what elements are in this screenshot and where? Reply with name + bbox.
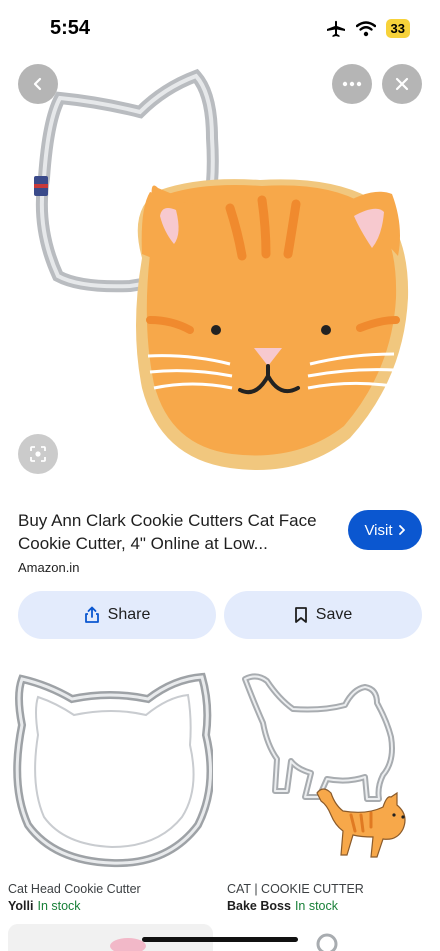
result-title[interactable]: Buy Ann Clark Cookie Cutters Cat Face Co…	[18, 509, 318, 555]
chevron-right-icon	[398, 525, 405, 535]
cookie-cutter-photo	[34, 68, 409, 470]
lens-search-button[interactable]	[18, 434, 58, 474]
wifi-icon	[355, 20, 376, 36]
status-time: 5:54	[50, 17, 91, 39]
status-icons: 33	[326, 19, 410, 38]
related-meta: Yolli In stock	[8, 899, 213, 913]
chevron-left-icon	[33, 77, 42, 91]
related-image	[227, 665, 432, 871]
close-button[interactable]	[382, 64, 422, 104]
related-title: Cat Head Cookie Cutter	[8, 882, 141, 896]
share-button[interactable]: Share	[18, 591, 216, 639]
related-meta: Bake Boss In stock	[227, 899, 432, 913]
share-label: Share	[107, 606, 151, 623]
hero-image[interactable]	[0, 58, 440, 490]
more-options-button[interactable]	[332, 64, 372, 104]
result-source: Amazon.in	[18, 560, 80, 575]
more-horizontal-icon	[342, 81, 362, 87]
close-icon	[395, 77, 409, 91]
related-image	[8, 665, 215, 871]
related-store: Yolli	[8, 899, 34, 913]
share-icon	[84, 606, 99, 623]
related-title: CAT | COOKIE CUTTER	[227, 882, 364, 896]
battery-indicator: 33	[385, 19, 410, 38]
related-card[interactable]: CAT | COOKIE CUTTER Bake Boss In stock	[227, 665, 432, 913]
related-stock: In stock	[294, 899, 339, 913]
airplane-icon	[326, 20, 345, 37]
status-bar: 5:54 33	[0, 0, 440, 58]
save-button[interactable]: Save	[224, 591, 422, 639]
lens-search-icon	[30, 446, 46, 462]
back-button[interactable]	[18, 64, 58, 104]
related-card[interactable]: Cat Head Cookie Cutter Yolli In stock	[8, 665, 215, 913]
home-indicator	[142, 937, 298, 942]
save-label: Save	[315, 606, 353, 623]
related-store: Bake Boss	[227, 899, 291, 913]
related-stock: In stock	[37, 899, 81, 913]
visit-button[interactable]: Visit	[348, 510, 422, 550]
visit-label: Visit	[364, 521, 393, 539]
bookmark-icon	[294, 607, 307, 623]
